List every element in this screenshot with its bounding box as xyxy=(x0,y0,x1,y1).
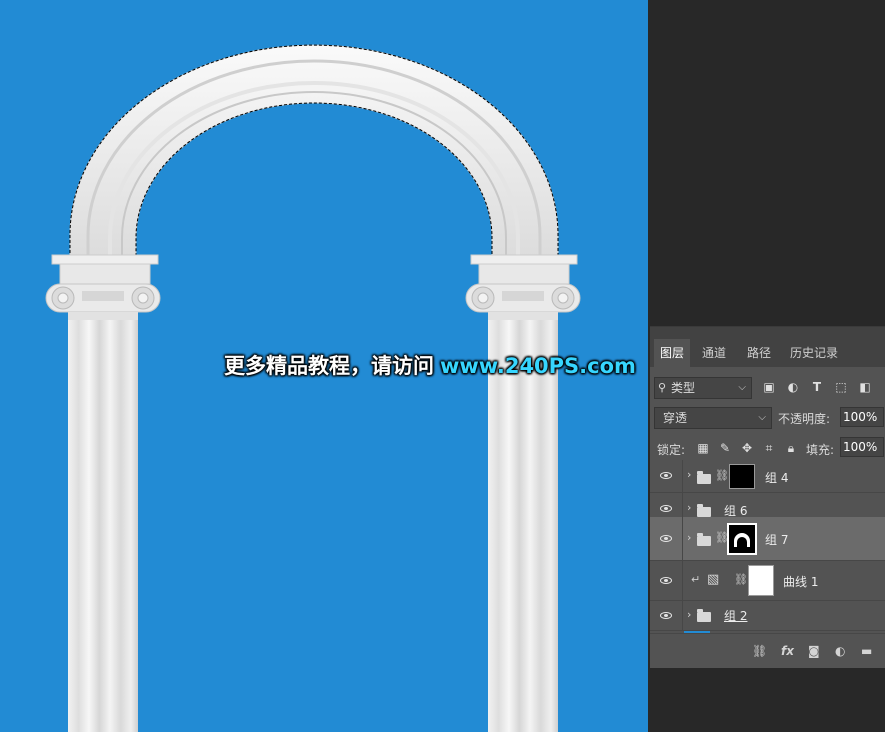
layer-row[interactable]: › 组 2 xyxy=(650,601,885,631)
blend-mode-value: 穿透 xyxy=(663,411,688,425)
filter-type-label: 类型 xyxy=(671,381,696,395)
layer-mask-thumbnail[interactable] xyxy=(748,565,774,596)
folder-icon xyxy=(697,609,711,622)
tab-layers[interactable]: 图层 xyxy=(654,339,691,367)
watermark-text: 更多精品教程，请访问 www.240PS.com xyxy=(224,350,664,384)
tab-history[interactable]: 历史记录 xyxy=(784,339,844,367)
layer-name[interactable]: 组 7 xyxy=(765,531,788,548)
folder-icon xyxy=(697,533,711,546)
layers-bottom-bar: ⛓ fx ◙ ◐ ▬ xyxy=(650,633,885,668)
curves-icon: ▧ xyxy=(707,572,720,587)
type-filter-icon[interactable]: T xyxy=(810,380,824,394)
lock-all-icon[interactable]: 🔒︎ xyxy=(784,441,798,455)
smart-object-filter-icon[interactable]: ◧ xyxy=(858,380,872,394)
link-icon[interactable]: ⛓ xyxy=(734,573,748,586)
layer-row-selected[interactable]: › ⛓ 组 7 xyxy=(650,517,885,561)
layers-panel: 图层 通道 路径 历史记录 ⚲ 类型 ⌵ ▣ ◐ T ⬚ ◧ 穿透 ⌵ 不透明度… xyxy=(650,326,885,668)
filter-row: ⚲ 类型 ⌵ ▣ ◐ T ⬚ ◧ xyxy=(650,367,885,399)
new-group-icon[interactable]: ▬ xyxy=(861,644,872,658)
visibility-cell xyxy=(650,561,683,600)
eye-icon[interactable] xyxy=(660,505,672,512)
layer-row[interactable]: › ⛓ 组 4 xyxy=(650,460,885,493)
eye-icon[interactable] xyxy=(660,576,672,584)
chevron-right-icon[interactable]: › xyxy=(687,468,691,481)
filter-type-dropdown[interactable]: ⚲ 类型 ⌵ xyxy=(654,377,752,399)
visibility-cell xyxy=(650,601,683,630)
layer-row[interactable]: ↵ ▧ ⛓ 曲线 1 xyxy=(650,561,885,601)
lock-image-icon[interactable]: ✎ xyxy=(718,441,732,455)
shape-filter-icon[interactable]: ⬚ xyxy=(834,380,848,394)
eye-icon[interactable] xyxy=(660,472,672,479)
chevron-right-icon[interactable]: › xyxy=(687,501,691,514)
tab-paths[interactable]: 路径 xyxy=(741,339,777,367)
tab-channels[interactable]: 通道 xyxy=(696,339,732,367)
visibility-cell xyxy=(650,517,683,560)
folder-icon xyxy=(697,504,711,517)
adjustment-icon[interactable]: ◐ xyxy=(835,644,845,658)
clipping-arrow-icon: ↵ xyxy=(691,572,701,586)
fx-icon[interactable]: fx xyxy=(781,644,794,658)
mask-icon[interactable]: ◙ xyxy=(808,644,820,658)
layer-name[interactable]: 曲线 1 xyxy=(783,573,818,590)
watermark-url: www.240PS.com xyxy=(440,354,636,378)
layer-name[interactable]: 组 2 xyxy=(724,607,747,624)
chevron-right-icon[interactable]: › xyxy=(687,531,691,544)
lock-label: 锁定: xyxy=(657,443,686,457)
chevron-down-icon: ⌵ xyxy=(758,412,766,423)
watermark-label: 更多精品教程，请访问 xyxy=(224,354,434,378)
chevron-down-icon: ⌵ xyxy=(738,382,746,393)
eye-icon[interactable] xyxy=(660,611,672,619)
folder-icon xyxy=(697,471,711,484)
layer-mask-thumbnail[interactable] xyxy=(729,464,755,489)
image-filter-icon[interactable]: ▣ xyxy=(762,380,776,394)
blend-mode-dropdown[interactable]: 穿透 ⌵ xyxy=(654,407,772,429)
layer-mask-thumbnail[interactable] xyxy=(727,523,757,555)
search-icon: ⚲ xyxy=(658,381,667,394)
opacity-input[interactable]: 100% xyxy=(840,407,884,427)
panel-tabs: 图层 通道 路径 历史记录 xyxy=(650,327,885,367)
eye-icon[interactable] xyxy=(660,534,672,542)
layer-name[interactable]: 组 4 xyxy=(765,469,788,486)
adjustment-filter-icon[interactable]: ◐ xyxy=(786,380,800,394)
fill-input[interactable]: 100% xyxy=(840,437,884,457)
arch-mask-icon xyxy=(734,533,750,547)
lock-transparent-icon[interactable]: ▦ xyxy=(696,441,710,455)
chevron-right-icon[interactable]: › xyxy=(687,608,691,621)
lock-artboard-icon[interactable]: ⌗ xyxy=(762,441,776,455)
link-icon[interactable]: ⛓ xyxy=(752,644,767,658)
right-column xyxy=(465,254,581,732)
visibility-cell xyxy=(650,460,683,492)
opacity-label: 不透明度: xyxy=(778,412,831,426)
link-icon[interactable]: ⛓ xyxy=(715,469,729,482)
left-column xyxy=(45,254,161,732)
fill-label: 填充: xyxy=(806,443,835,457)
lock-position-icon[interactable]: ✥ xyxy=(740,441,754,455)
